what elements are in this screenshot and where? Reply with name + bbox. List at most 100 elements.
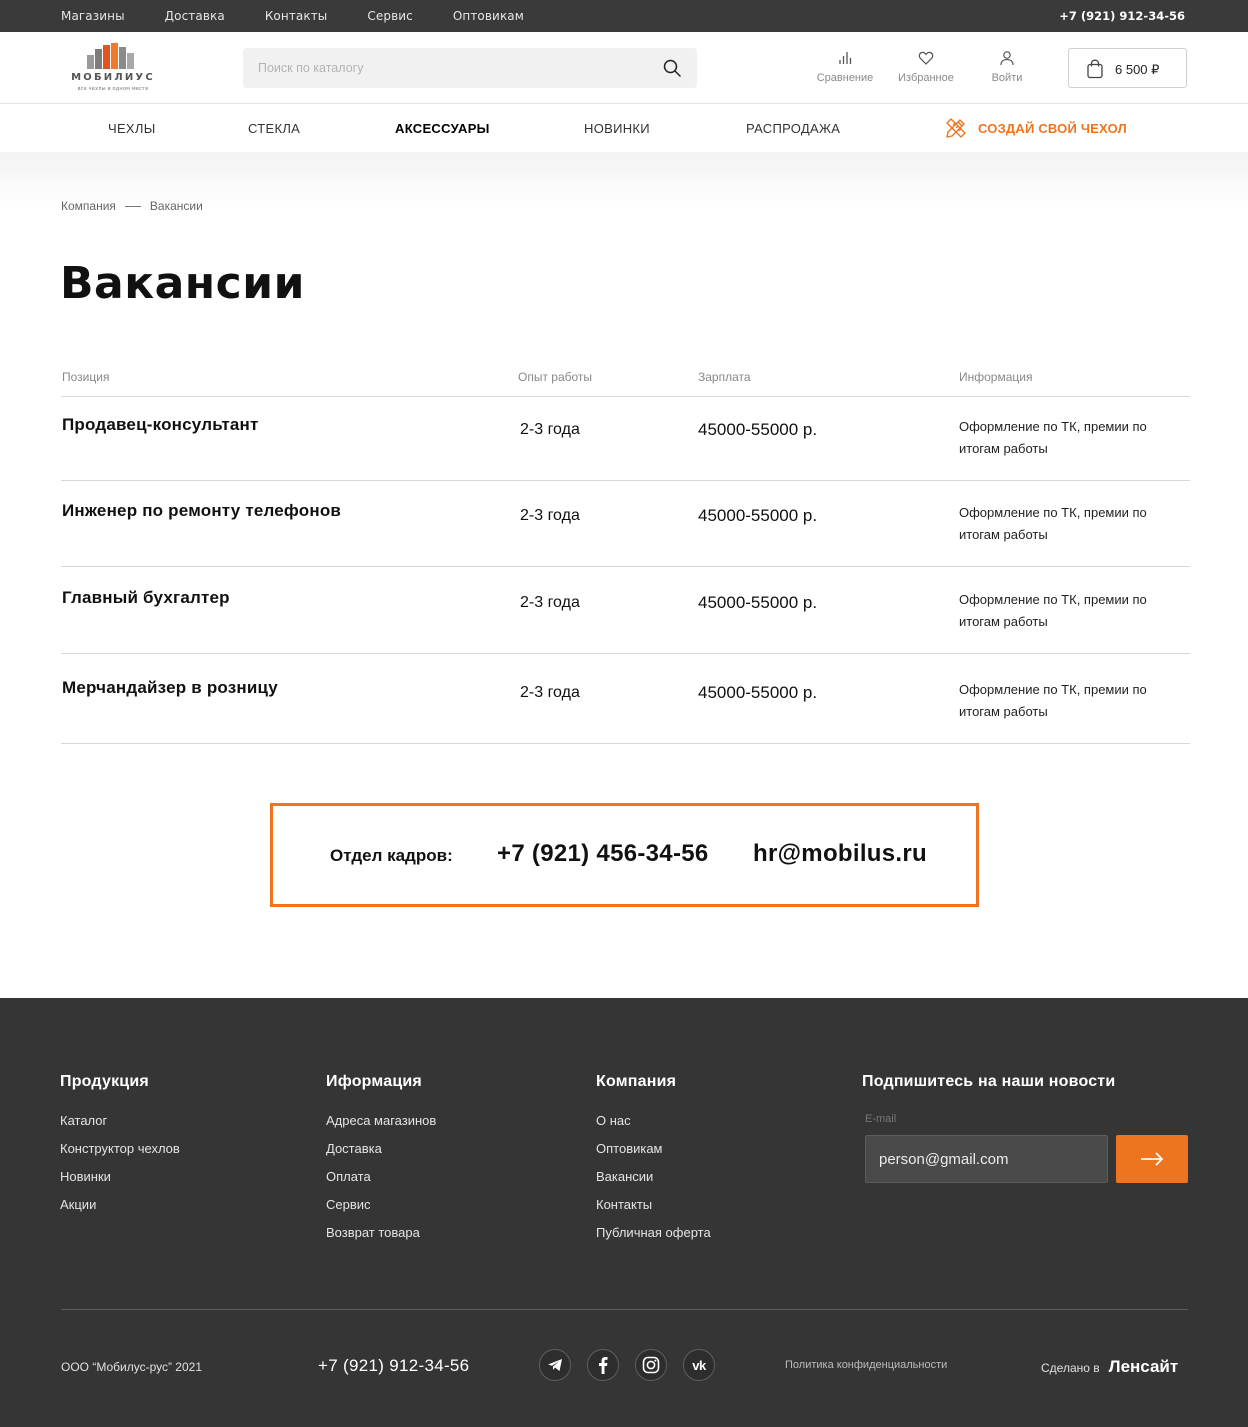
- category-new[interactable]: НОВИНКИ: [584, 121, 650, 136]
- footer-link-returns[interactable]: Возврат товара: [326, 1225, 436, 1240]
- footer-info: Иформация Адреса магазинов Доставка Опла…: [326, 1073, 436, 1253]
- table-header: Позиция Опыт работы Зарплата Информация: [61, 366, 1190, 397]
- top-link-delivery[interactable]: Доставка: [165, 9, 225, 23]
- table-row[interactable]: Главный бухгалтер 2-3 года 45000-55000 р…: [61, 567, 1190, 654]
- vk-icon[interactable]: vk: [683, 1349, 715, 1381]
- category-accessories[interactable]: АКСЕССУАРЫ: [395, 121, 490, 136]
- top-link-service[interactable]: Сервис: [367, 9, 412, 23]
- table-row[interactable]: Мерчандайзер в розницу 2-3 года 45000-55…: [61, 654, 1190, 744]
- footer-link-contacts[interactable]: Контакты: [596, 1197, 711, 1212]
- made-by-label: Сделано в: [1041, 1361, 1100, 1375]
- favorites-button[interactable]: Избранное: [891, 50, 961, 84]
- vacancy-experience: 2-3 года: [520, 507, 580, 524]
- footer: Продукция Каталог Конструктор чехлов Нов…: [0, 998, 1248, 1427]
- vacancy-info: Оформление по ТК, премии по итогам работ…: [959, 682, 1147, 719]
- breadcrumb: Компания Вакансии: [61, 199, 203, 213]
- compare-button[interactable]: Сравнение: [810, 50, 880, 84]
- compare-label: Сравнение: [816, 72, 874, 84]
- vacancy-info: Оформление по ТК, премии по итогам работ…: [959, 419, 1147, 456]
- made-by: Сделано в Ленсайт: [1041, 1357, 1178, 1377]
- category-sale[interactable]: РАСПРОДАЖА: [746, 121, 840, 136]
- footer-link-service[interactable]: Сервис: [326, 1197, 436, 1212]
- favorites-label: Избранное: [898, 72, 954, 84]
- footer-link-payment[interactable]: Оплата: [326, 1169, 436, 1184]
- login-button[interactable]: Войти: [972, 50, 1042, 84]
- category-glass[interactable]: СТЕКЛА: [248, 121, 300, 136]
- facebook-icon[interactable]: [587, 1349, 619, 1381]
- heart-icon: [918, 51, 934, 65]
- footer-link-new[interactable]: Новинки: [60, 1169, 180, 1184]
- search-bar: [243, 48, 697, 88]
- vacancy-position[interactable]: Главный бухгалтер: [62, 588, 230, 608]
- footer-company: Компания О нас Оптовикам Вакансии Контак…: [596, 1073, 711, 1253]
- category-cases[interactable]: ЧЕХЛЫ: [108, 121, 156, 136]
- table-row[interactable]: Продавец-консультант 2-3 года 45000-5500…: [61, 397, 1190, 481]
- footer-link-about[interactable]: О нас: [596, 1113, 711, 1128]
- instagram-icon[interactable]: [635, 1349, 667, 1381]
- vacancy-salary: 45000-55000 р.: [698, 506, 818, 525]
- breadcrumb-company[interactable]: Компания: [61, 199, 116, 213]
- subscribe-button[interactable]: [1116, 1135, 1188, 1183]
- pencil-ruler-icon: [946, 118, 966, 138]
- footer-link-wholesale[interactable]: Оптовикам: [596, 1141, 711, 1156]
- logo-bars-icon: [87, 43, 139, 69]
- search-icon[interactable]: [663, 59, 681, 77]
- vacancy-info: Оформление по ТК, премии по итогам работ…: [959, 592, 1147, 629]
- hr-label: Отдел кадров:: [330, 846, 453, 865]
- top-link-contacts[interactable]: Контакты: [265, 9, 328, 23]
- footer-link-promos[interactable]: Акции: [60, 1197, 180, 1212]
- vacancy-info: Оформление по ТК, премии по итогам работ…: [959, 505, 1147, 542]
- header-info: Информация: [959, 370, 1033, 384]
- create-case-label: СОЗДАЙ СВОЙ ЧЕХОЛ: [978, 120, 1127, 136]
- vacancy-position[interactable]: Инженер по ремонту телефонов: [62, 501, 341, 521]
- cart-total: 6 500 ₽: [1115, 62, 1160, 77]
- telegram-icon[interactable]: [539, 1349, 571, 1381]
- user-icon: [1000, 51, 1014, 66]
- create-case-link[interactable]: СОЗДАЙ СВОЙ ЧЕХОЛ: [944, 116, 1127, 140]
- newsletter-title: Подпишитесь на наши новости: [862, 1073, 1116, 1090]
- hr-phone[interactable]: +7 (921) 456-34-56: [497, 840, 709, 868]
- search-input[interactable]: [243, 48, 653, 88]
- vacancy-salary: 45000-55000 р.: [698, 593, 818, 612]
- shopping-bag-icon: [1087, 59, 1103, 79]
- vacancies-table: Позиция Опыт работы Зарплата Информация …: [61, 366, 1190, 744]
- top-link-wholesale[interactable]: Оптовикам: [453, 9, 524, 23]
- breadcrumb-separator: [124, 205, 141, 207]
- vacancy-salary: 45000-55000 р.: [698, 683, 818, 702]
- vacancy-experience: 2-3 года: [520, 421, 580, 438]
- footer-link-stores[interactable]: Адреса магазинов: [326, 1113, 436, 1128]
- newsletter-form: Подпишитесь на наши новости E-mail: [862, 1073, 1188, 1183]
- email-label: E-mail: [865, 1113, 897, 1125]
- hr-contact-box: Отдел кадров: +7 (921) 456-34-56 hr@mobi…: [270, 803, 979, 907]
- hr-email[interactable]: hr@mobilus.ru: [753, 840, 927, 868]
- top-link-stores[interactable]: Магазины: [61, 9, 125, 23]
- vacancy-position[interactable]: Продавец-консультант: [62, 415, 259, 435]
- logo-wordmark: МОБИЛИУС: [71, 72, 155, 83]
- footer-phone[interactable]: +7 (921) 912-34-56: [318, 1356, 469, 1376]
- cart-button[interactable]: 6 500 ₽: [1068, 48, 1187, 88]
- footer-products-title: Продукция: [60, 1073, 149, 1090]
- header-position: Позиция: [62, 370, 110, 384]
- footer-link-constructor[interactable]: Конструктор чехлов: [60, 1141, 180, 1156]
- top-phone[interactable]: +7 (921) 912-34-56: [1059, 9, 1185, 23]
- privacy-policy-link[interactable]: Политика конфиденциальности: [785, 1359, 947, 1371]
- compare-icon: [839, 52, 852, 64]
- copyright: ООО “Мобилус-рус” 2021: [61, 1360, 203, 1374]
- top-nav: Магазины Доставка Контакты Сервис Оптови…: [61, 0, 564, 32]
- logo-tagline: все чехлы в одном месте: [77, 86, 149, 92]
- footer-link-delivery[interactable]: Доставка: [326, 1141, 436, 1156]
- vacancy-salary: 45000-55000 р.: [698, 420, 818, 439]
- header-salary: Зарплата: [698, 370, 751, 384]
- made-by-logo[interactable]: Ленсайт: [1109, 1357, 1179, 1377]
- arrow-right-icon: [1141, 1152, 1164, 1166]
- footer-link-vacancies[interactable]: Вакансии: [596, 1169, 711, 1184]
- page-title: Вакансии: [60, 258, 305, 309]
- email-field[interactable]: [865, 1135, 1108, 1183]
- footer-divider: [61, 1309, 1188, 1310]
- vacancy-position[interactable]: Мерчандайзер в розницу: [62, 678, 278, 698]
- footer-link-catalog[interactable]: Каталог: [60, 1113, 180, 1128]
- logo[interactable]: МОБИЛИУС все чехлы в одном месте: [57, 43, 169, 95]
- table-row[interactable]: Инженер по ремонту телефонов 2-3 года 45…: [61, 481, 1190, 567]
- footer-link-offer[interactable]: Публичная оферта: [596, 1225, 711, 1240]
- footer-products: Продукция Каталог Конструктор чехлов Нов…: [60, 1073, 180, 1225]
